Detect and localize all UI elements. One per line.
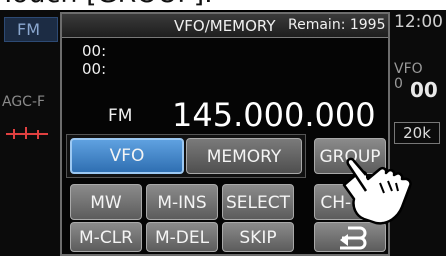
skip-button[interactable]: SKIP <box>222 222 294 252</box>
side-big-digits: 00 <box>410 78 438 102</box>
pointing-hand-icon <box>342 157 412 225</box>
select-button[interactable]: SELECT <box>222 184 294 220</box>
agc-label: AGC-F <box>2 94 46 110</box>
mode-tab[interactable]: FM <box>4 17 58 42</box>
remain-count: Remain: 1995 <box>288 17 386 33</box>
window-title-bar: VFO/MEMORY Remain: 1995 <box>62 14 388 38</box>
mw-button[interactable]: MW <box>70 184 142 220</box>
operating-mode: FM <box>108 106 133 126</box>
frequency-readout: 145.000.000 <box>172 96 376 134</box>
tuning-step-tag[interactable]: 20k <box>394 122 440 144</box>
side-vfo-text: VFO <box>394 61 423 77</box>
m-ins-button[interactable]: M-INS <box>146 184 218 220</box>
clock-readout: 12:00 <box>394 12 443 32</box>
window-title: VFO/MEMORY <box>174 17 276 35</box>
channel-line-1: 00: <box>82 42 107 60</box>
memory-button[interactable]: MEMORY <box>186 138 302 174</box>
m-clr-button[interactable]: M-CLR <box>70 222 142 252</box>
vfo-button[interactable]: VFO <box>70 138 184 174</box>
signal-meter-icon <box>6 127 48 139</box>
side-vfo-digit: 0 <box>394 76 403 92</box>
m-del-button[interactable]: M-DEL <box>146 222 218 252</box>
channel-line-2: 00: <box>82 60 107 78</box>
